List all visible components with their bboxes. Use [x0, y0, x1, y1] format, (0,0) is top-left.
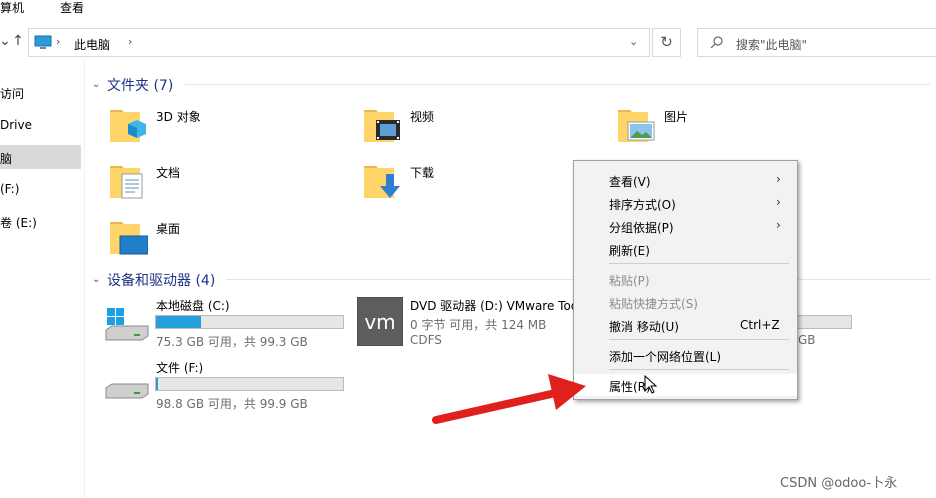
menu-item-add-network-location[interactable]: 添加一个网络位置(L)	[574, 344, 797, 366]
drive-usage-bar	[155, 377, 344, 391]
menu-item-label: 粘贴快捷方式(S)	[609, 297, 698, 311]
address-bar[interactable]: › 此电脑 › ⌄	[28, 28, 650, 57]
svg-text:vm: vm	[364, 310, 395, 334]
folder-desktop-icon[interactable]	[108, 216, 148, 256]
sidebar-selection	[0, 145, 81, 169]
menu-item-label: 分组依据(P)	[609, 221, 674, 235]
sidebar-item-drive-e[interactable]: 卷 (E:)	[0, 214, 37, 231]
drive-free-text: GB	[798, 333, 816, 347]
folder-videos-icon[interactable]	[362, 104, 402, 144]
menu-item-sort[interactable]: 排序方式(O) ›	[574, 192, 797, 214]
drive-filesystem: CDFS	[410, 333, 442, 347]
menu-item-label: 排序方式(O)	[609, 198, 676, 212]
chevron-right-icon[interactable]: ›	[56, 35, 60, 48]
menu-item-group-by[interactable]: 分组依据(P) ›	[574, 215, 797, 237]
search-icon	[710, 36, 723, 49]
menu-item-label: 刷新(E)	[609, 244, 650, 258]
folder-pictures-icon[interactable]	[616, 104, 656, 144]
tab-view[interactable]: 查看	[60, 0, 84, 16]
drive-icon[interactable]	[104, 376, 150, 408]
folder-label[interactable]: 文档	[156, 164, 180, 181]
menu-item-properties[interactable]: 属性(R)	[574, 374, 797, 396]
folder-label[interactable]: 图片	[664, 108, 688, 125]
windows-drive-icon[interactable]	[104, 308, 150, 344]
drive-free-text: 0 字节 可用，共 124 MB	[410, 318, 547, 332]
drive-usage-fill	[156, 378, 158, 390]
address-path[interactable]: 此电脑	[74, 36, 110, 53]
explorer-window: 计算机 查看 ⌄ ↑ › 此电脑 › ⌄ ↻ 搜索"此电脑" 访问 Drive …	[0, 0, 936, 498]
chevron-down-icon[interactable]: ⌄	[629, 35, 638, 48]
menu-item-label: 撤消 移动(U)	[609, 320, 679, 334]
menu-item-undo-move[interactable]: 撤消 移动(U) Ctrl+Z	[574, 314, 797, 336]
chevron-down-icon[interactable]: ⌄	[92, 274, 100, 285]
folder-downloads-icon[interactable]	[362, 160, 402, 200]
menu-separator	[609, 263, 789, 264]
menu-item-paste-shortcut[interactable]: 粘贴快捷方式(S)	[574, 291, 797, 313]
drive-name[interactable]: 本地磁盘 (C:)	[156, 297, 230, 314]
menu-item-label: 添加一个网络位置(L)	[609, 350, 722, 364]
folder-label[interactable]: 3D 对象	[156, 108, 201, 125]
group-folders-title[interactable]: 文件夹 (7)	[107, 75, 173, 95]
menu-item-paste[interactable]: 粘贴(P)	[574, 268, 797, 290]
sidebar-item-quick-access[interactable]: 访问	[0, 85, 24, 102]
menu-item-refresh[interactable]: 刷新(E)	[574, 238, 797, 260]
menu-item-label: 粘贴(P)	[609, 274, 650, 288]
group-divider	[185, 84, 930, 85]
up-arrow-icon[interactable]: ↑	[10, 30, 26, 52]
group-drives-title[interactable]: 设备和驱动器 (4)	[107, 270, 215, 290]
search-input[interactable]: 搜索"此电脑"	[736, 36, 807, 53]
folder-label[interactable]: 视频	[410, 108, 434, 125]
submenu-arrow-icon: ›	[776, 172, 781, 186]
folder-label[interactable]: 下载	[410, 164, 434, 181]
folder-3d-objects-icon[interactable]	[108, 104, 148, 144]
vmware-icon[interactable]: vm	[357, 297, 403, 346]
chevron-down-icon[interactable]: ⌄	[92, 79, 100, 90]
mouse-cursor-icon	[644, 375, 658, 394]
menu-item-view[interactable]: 查看(V) ›	[574, 169, 797, 191]
context-menu: 查看(V) › 排序方式(O) › 分组依据(P) › 刷新(E) 粘贴(P) …	[573, 160, 798, 400]
menu-item-shortcut: Ctrl+Z	[740, 318, 780, 332]
sidebar-item-this-pc[interactable]: 脑	[0, 150, 12, 167]
tab-computer[interactable]: 计算机	[0, 0, 24, 16]
drive-free-text: 75.3 GB 可用，共 99.3 GB	[156, 335, 308, 349]
folder-label[interactable]: 桌面	[156, 220, 180, 237]
submenu-arrow-icon: ›	[776, 195, 781, 209]
refresh-button[interactable]: ↻	[652, 28, 681, 57]
menu-separator	[609, 339, 789, 340]
sidebar-item-onedrive[interactable]: Drive	[0, 118, 32, 132]
drive-usage-fill	[156, 316, 201, 328]
drive-usage-bar	[790, 315, 852, 329]
submenu-arrow-icon: ›	[776, 218, 781, 232]
sidebar-divider	[84, 60, 85, 498]
this-pc-icon	[34, 35, 52, 49]
drive-name[interactable]: 文件 (F:)	[156, 359, 203, 376]
search-box[interactable]: 搜索"此电脑"	[697, 28, 936, 57]
watermark: CSDN @odoo-卜永	[780, 476, 898, 491]
menu-separator	[609, 369, 789, 370]
chevron-right-icon[interactable]: ›	[128, 35, 132, 48]
sidebar-item-drive-f[interactable]: (F:)	[0, 182, 19, 196]
drive-usage-bar	[155, 315, 344, 329]
folder-documents-icon[interactable]	[108, 160, 148, 200]
drive-name[interactable]: DVD 驱动器 (D:) VMware Too	[410, 297, 578, 314]
drive-free-text: 98.8 GB 可用，共 99.9 GB	[156, 397, 308, 411]
menu-item-label: 查看(V)	[609, 175, 651, 189]
annotation-arrow-icon	[432, 374, 586, 424]
